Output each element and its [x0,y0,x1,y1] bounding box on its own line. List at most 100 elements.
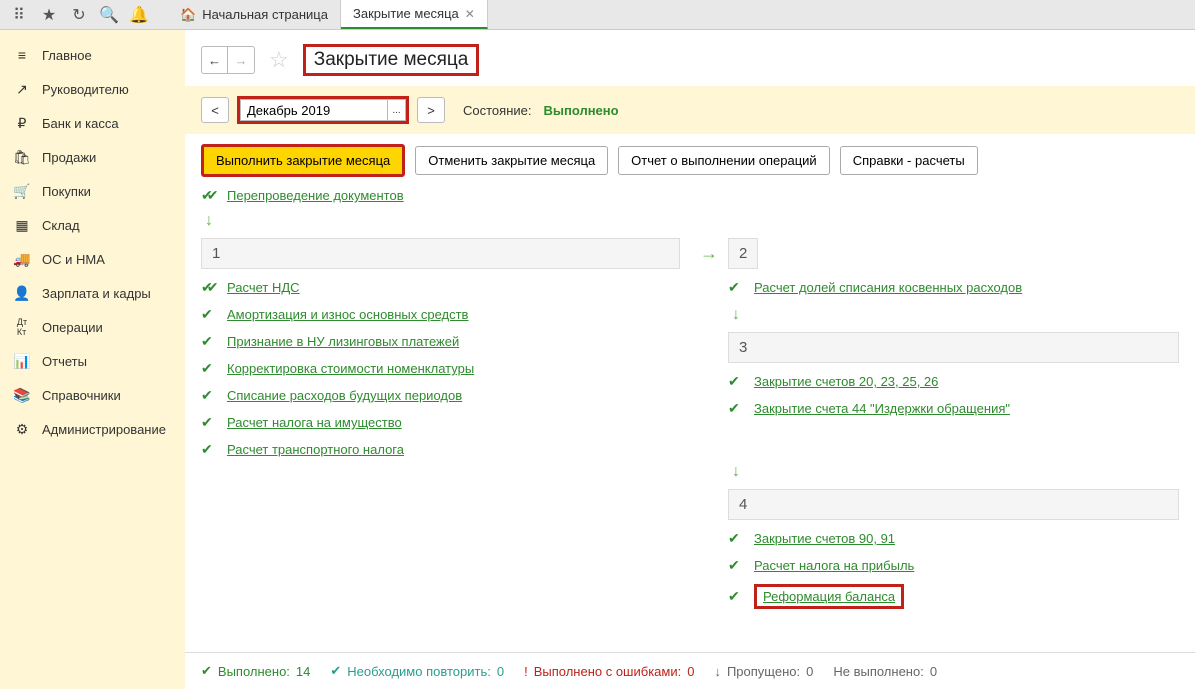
period-input[interactable] [240,99,388,121]
back-button[interactable]: ← [202,47,228,73]
step-link[interactable]: Расчет транспортного налога [227,442,404,457]
step-repost-link[interactable]: Перепроведение документов [227,188,404,203]
sidebar-item-bank[interactable]: ₽Банк и касса [0,106,185,140]
period-picker-button[interactable]: ... [388,99,406,121]
status-label: Состояние: [463,103,531,118]
sidebar-item-sales[interactable]: 🛍Продажи [0,140,185,174]
tab-active[interactable]: Закрытие месяца ✕ [341,0,488,29]
block-2-header: 2 [728,238,758,269]
ruble-icon: ₽ [12,115,32,131]
sidebar-item-manager[interactable]: ↗Руководителю [0,72,185,106]
report-button[interactable]: Отчет о выполнении операций [618,146,830,175]
sidebar-item-hr[interactable]: 👤Зарплата и кадры [0,276,185,310]
cancel-close-button[interactable]: Отменить закрытие месяца [415,146,608,175]
check-icon: ✔ [201,306,217,323]
check-icon: ✔ [201,387,217,404]
search-icon[interactable]: 🔍 [95,1,123,29]
status-value: Выполнено [543,103,618,118]
check-icon: ✔ [201,414,217,431]
sidebar-item-admin[interactable]: ⚙Администрирование [0,412,185,446]
menu-icon: ≡ [12,47,32,63]
tab-home[interactable]: 🏠 Начальная страница [168,0,341,29]
gear-icon: ⚙ [12,421,32,437]
sidebar-item-operations[interactable]: ДтКтОперации [0,310,185,344]
step-link[interactable]: Расчет НДС [227,280,300,295]
arrow-right-icon: → [700,243,718,264]
step-link[interactable]: Закрытие счетов 90, 91 [754,531,895,546]
sidebar-item-reports[interactable]: 📊Отчеты [0,344,185,378]
footer-status-bar: ✔ Выполнено: 14 ✔ Необходимо повторить: … [185,652,1195,689]
arrow-down-icon: ↓ [205,212,1179,230]
sidebar-item-assets[interactable]: 🚚ОС и НМА [0,242,185,276]
step-link[interactable]: Списание расходов будущих периодов [227,388,462,403]
step-link[interactable]: Амортизация и износ основных средств [227,307,468,322]
step-link[interactable]: Закрытие счета 44 "Издержки обращения" [754,401,1010,416]
sidebar-item-refs[interactable]: 📚Справочники [0,378,185,412]
check-icon: ✔ [728,373,744,390]
arrow-down-icon: ↓ [732,463,1179,481]
tabs: 🏠 Начальная страница Закрытие месяца ✕ [168,0,488,29]
sidebar-item-warehouse[interactable]: ▦Склад [0,208,185,242]
tab-home-label: Начальная страница [202,7,328,22]
step-link[interactable]: Расчет налога на прибыль [754,558,914,573]
step-link[interactable]: Расчет долей списания косвенных расходов [754,280,1022,295]
footer-done: ✔ Выполнено: 14 [201,663,310,679]
truck-icon: 🚚 [12,251,32,267]
refs-button[interactable]: Справки - расчеты [840,146,978,175]
period-prev-button[interactable]: < [201,97,229,123]
period-next-button[interactable]: > [417,97,445,123]
step-link[interactable]: Признание в НУ лизинговых платежей [227,334,459,349]
block-3-header: 3 [728,332,1179,363]
step-link[interactable]: Закрытие счетов 20, 23, 25, 26 [754,374,938,389]
check-icon: ✔ [201,663,212,679]
step-link[interactable]: Расчет налога на имущество [227,415,402,430]
check-icon: ✔ [728,557,744,574]
page-title: Закрытие месяца [303,44,480,76]
sidebar-item-main[interactable]: ≡Главное [0,38,185,72]
sidebar-item-purchases[interactable]: 🛒Покупки [0,174,185,208]
step-link[interactable]: Корректировка стоимости номенклатуры [227,361,474,376]
check-icon: ✔ [201,360,217,377]
dtkt-icon: ДтКт [12,319,32,335]
double-check-icon: ✔✔ [201,279,217,296]
bars-icon: 📊 [12,353,32,369]
action-bar: Выполнить закрытие месяца Отменить закры… [185,134,1195,187]
footer-skipped: ↓ Пропущено: 0 [714,664,813,679]
check-icon: ✔ [330,663,341,679]
block-1-header: 1 [201,238,680,269]
footer-errors: ! Выполнено с ошибками: 0 [524,664,694,679]
topbar-icons: ⠿ ★ ↻ 🔍 🔔 [0,1,158,29]
step-reform-link[interactable]: Реформация баланса [763,589,895,604]
skip-icon: ↓ [714,664,721,679]
apps-icon[interactable]: ⠿ [5,1,33,29]
home-icon: 🏠 [180,7,196,23]
double-check-icon: ✔✔ [201,187,217,204]
footer-not-done: Не выполнено: 0 [833,664,937,679]
check-icon: ✔ [201,333,217,350]
bell-icon[interactable]: 🔔 [125,1,153,29]
steps-area: ✔✔ Перепроведение документов ↓ 1 ✔✔Расче… [185,187,1195,652]
arrow-down-icon: ↓ [732,306,1179,324]
period-bar: < ... > Состояние: Выполнено [185,86,1195,134]
column-1: 1 ✔✔Расчет НДС ✔Амортизация и износ осно… [201,238,680,619]
cart-icon: 🛒 [12,183,32,199]
block-4-header: 4 [728,489,1179,520]
check-icon: ✔ [201,441,217,458]
star-icon[interactable]: ★ [35,1,63,29]
topbar: ⠿ ★ ↻ 🔍 🔔 🏠 Начальная страница Закрытие … [0,0,1195,30]
period-input-group: ... [237,96,409,124]
run-close-button[interactable]: Выполнить закрытие месяца [201,144,405,177]
history-icon[interactable]: ↻ [65,1,93,29]
chart-icon: ↗ [12,81,32,97]
forward-button[interactable]: → [228,47,254,73]
favorite-icon[interactable]: ☆ [269,47,289,73]
tab-active-label: Закрытие месяца [353,6,459,21]
close-icon[interactable]: ✕ [465,7,475,21]
books-icon: 📚 [12,387,32,403]
check-icon: ✔ [728,530,744,547]
footer-repeat: ✔ Необходимо повторить: 0 [330,663,504,679]
column-2: → 2 ✔ Расчет долей списания косвенных рас… [700,238,1179,619]
warning-icon: ! [524,664,528,679]
grid-icon: ▦ [12,217,32,233]
nav-buttons: ← → [201,46,255,74]
